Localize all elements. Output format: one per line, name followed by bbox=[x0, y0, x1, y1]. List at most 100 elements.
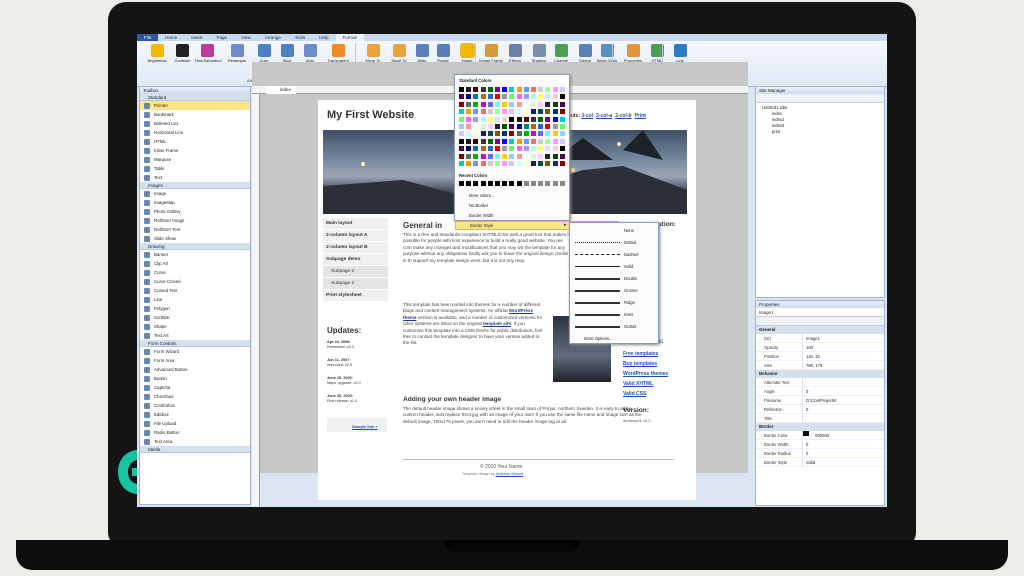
color-swatch[interactable] bbox=[502, 124, 508, 129]
color-swatch[interactable] bbox=[552, 116, 558, 122]
tab-home[interactable]: Home bbox=[158, 34, 184, 41]
color-swatch[interactable] bbox=[509, 131, 515, 137]
properties-section-border[interactable]: Border bbox=[756, 423, 884, 431]
ribbon-button-contrast[interactable]: Contrast bbox=[170, 44, 194, 64]
property-value[interactable]: 0 bbox=[803, 387, 808, 395]
color-swatch[interactable] bbox=[538, 161, 544, 166]
ribbon-button-shadow[interactable]: Shadow bbox=[527, 44, 551, 64]
color-swatch[interactable] bbox=[466, 116, 472, 122]
color-swatch[interactable] bbox=[473, 153, 479, 159]
border-style-groove[interactable]: Groove bbox=[572, 285, 658, 297]
color-swatch[interactable] bbox=[552, 94, 558, 100]
color-swatch[interactable] bbox=[459, 131, 464, 137]
color-swatch[interactable] bbox=[559, 138, 565, 144]
color-swatch[interactable] bbox=[516, 109, 522, 115]
property-row[interactable]: Alternate Text bbox=[756, 378, 884, 387]
toolbox-item-html[interactable]: HTML bbox=[140, 137, 250, 146]
color-swatch[interactable] bbox=[531, 153, 536, 159]
toolbox-item-form-area[interactable]: Form Area bbox=[140, 356, 250, 365]
color-swatch[interactable] bbox=[487, 131, 493, 137]
color-swatch[interactable] bbox=[480, 131, 486, 137]
color-swatch[interactable] bbox=[495, 153, 500, 159]
color-swatch[interactable] bbox=[538, 116, 544, 122]
toolbox-item-bookmark[interactable]: Bookmark bbox=[140, 110, 250, 119]
color-swatch[interactable] bbox=[538, 131, 544, 137]
property-row[interactable]: Border Radius 0 bbox=[756, 449, 884, 458]
color-swatch[interactable] bbox=[523, 146, 529, 152]
color-swatch[interactable] bbox=[523, 87, 529, 92]
no-border-item[interactable]: No Border bbox=[469, 203, 488, 208]
color-swatch[interactable] bbox=[516, 94, 522, 100]
color-swatch[interactable] bbox=[516, 116, 522, 122]
toolbox-item-slide-show[interactable]: Slide Show bbox=[140, 234, 250, 243]
toolbox-section-form-controls[interactable]: Form Controls bbox=[140, 340, 250, 347]
property-row[interactable]: Reflection 0 bbox=[756, 405, 884, 414]
toolbox-item-curve[interactable]: Curve bbox=[140, 268, 250, 277]
color-swatch[interactable] bbox=[495, 131, 500, 137]
color-swatch[interactable] bbox=[480, 153, 486, 159]
ribbon-button-rotate[interactable]: Rotate bbox=[431, 44, 455, 64]
color-swatch[interactable] bbox=[509, 124, 515, 129]
toolbox-item-shape[interactable]: Shape bbox=[140, 322, 250, 331]
color-swatch[interactable] bbox=[495, 124, 500, 129]
layout-link-print[interactable]: Print bbox=[635, 113, 646, 119]
color-swatch[interactable] bbox=[545, 109, 551, 115]
color-swatch[interactable] bbox=[459, 124, 464, 129]
property-row[interactable]: (ID) Image1 bbox=[756, 334, 884, 343]
color-swatch[interactable] bbox=[538, 94, 544, 100]
recent-color-swatch[interactable] bbox=[466, 181, 472, 186]
color-swatch[interactable] bbox=[466, 94, 472, 100]
properties-object-select[interactable]: Image1 bbox=[756, 308, 884, 317]
color-swatch[interactable] bbox=[495, 146, 500, 152]
color-swatch[interactable] bbox=[502, 101, 508, 107]
color-swatch[interactable] bbox=[545, 146, 551, 152]
color-swatch[interactable] bbox=[487, 124, 493, 129]
toolbox-item-pointer[interactable]: Pointer bbox=[140, 101, 250, 110]
property-value[interactable]: 0 bbox=[803, 405, 808, 413]
color-swatch[interactable] bbox=[480, 161, 486, 166]
color-swatch[interactable] bbox=[559, 87, 565, 92]
color-swatch[interactable] bbox=[502, 146, 508, 152]
color-swatch[interactable] bbox=[509, 94, 515, 100]
color-swatch[interactable] bbox=[487, 116, 493, 122]
property-value[interactable] bbox=[803, 378, 806, 386]
toolbox-item-advanced-button[interactable]: Advanced Button bbox=[140, 365, 250, 374]
toolbox-item-scribble[interactable]: Scribble bbox=[140, 313, 250, 322]
color-swatch[interactable] bbox=[538, 109, 544, 115]
toolbox-item-curve-closed[interactable]: Curve Closed bbox=[140, 277, 250, 286]
color-swatch[interactable] bbox=[559, 116, 565, 122]
color-swatch[interactable] bbox=[466, 146, 472, 152]
color-swatch[interactable] bbox=[559, 146, 565, 152]
recent-color-swatch[interactable] bbox=[559, 181, 565, 186]
border-style-solid[interactable]: Solid bbox=[572, 261, 658, 273]
tab-view[interactable]: View bbox=[234, 34, 258, 41]
nav-item-0[interactable]: Main layout bbox=[323, 218, 388, 230]
color-swatch[interactable] bbox=[466, 101, 472, 107]
color-swatch[interactable] bbox=[545, 124, 551, 129]
nav-item-2[interactable]: 2-column layout B bbox=[323, 242, 388, 254]
toolbox-item-bulleted-list[interactable]: Bulleted List bbox=[140, 119, 250, 128]
color-swatch[interactable] bbox=[487, 138, 493, 144]
color-swatch[interactable] bbox=[459, 94, 464, 100]
border-style-inset[interactable]: Inset bbox=[572, 309, 658, 321]
border-style-dotted[interactable]: Dotted bbox=[572, 237, 658, 249]
toolbox-item-line[interactable]: Line bbox=[140, 295, 250, 304]
ribbon-button-properties[interactable]: Properties bbox=[621, 44, 645, 64]
color-swatch[interactable] bbox=[509, 87, 515, 92]
color-swatch[interactable] bbox=[538, 146, 544, 152]
property-value[interactable] bbox=[803, 414, 806, 422]
property-value[interactable]: 000000 bbox=[812, 431, 829, 439]
toolbox-item-captcha[interactable]: Captcha bbox=[140, 383, 250, 392]
color-swatch[interactable] bbox=[466, 131, 472, 137]
recent-color-swatch[interactable] bbox=[509, 181, 515, 186]
ribbon-button-water-mark[interactable]: Water Mark bbox=[595, 44, 619, 64]
tab-index[interactable]: index bbox=[266, 86, 296, 94]
color-swatch[interactable] bbox=[480, 109, 486, 115]
color-swatch[interactable] bbox=[487, 94, 493, 100]
toolbox-section-images[interactable]: Images bbox=[140, 182, 250, 189]
color-swatch[interactable] bbox=[495, 101, 500, 107]
color-swatch[interactable] bbox=[531, 138, 536, 144]
color-swatch[interactable] bbox=[480, 87, 486, 92]
tab-format[interactable]: Format bbox=[335, 34, 364, 41]
color-swatch[interactable] bbox=[487, 161, 493, 166]
